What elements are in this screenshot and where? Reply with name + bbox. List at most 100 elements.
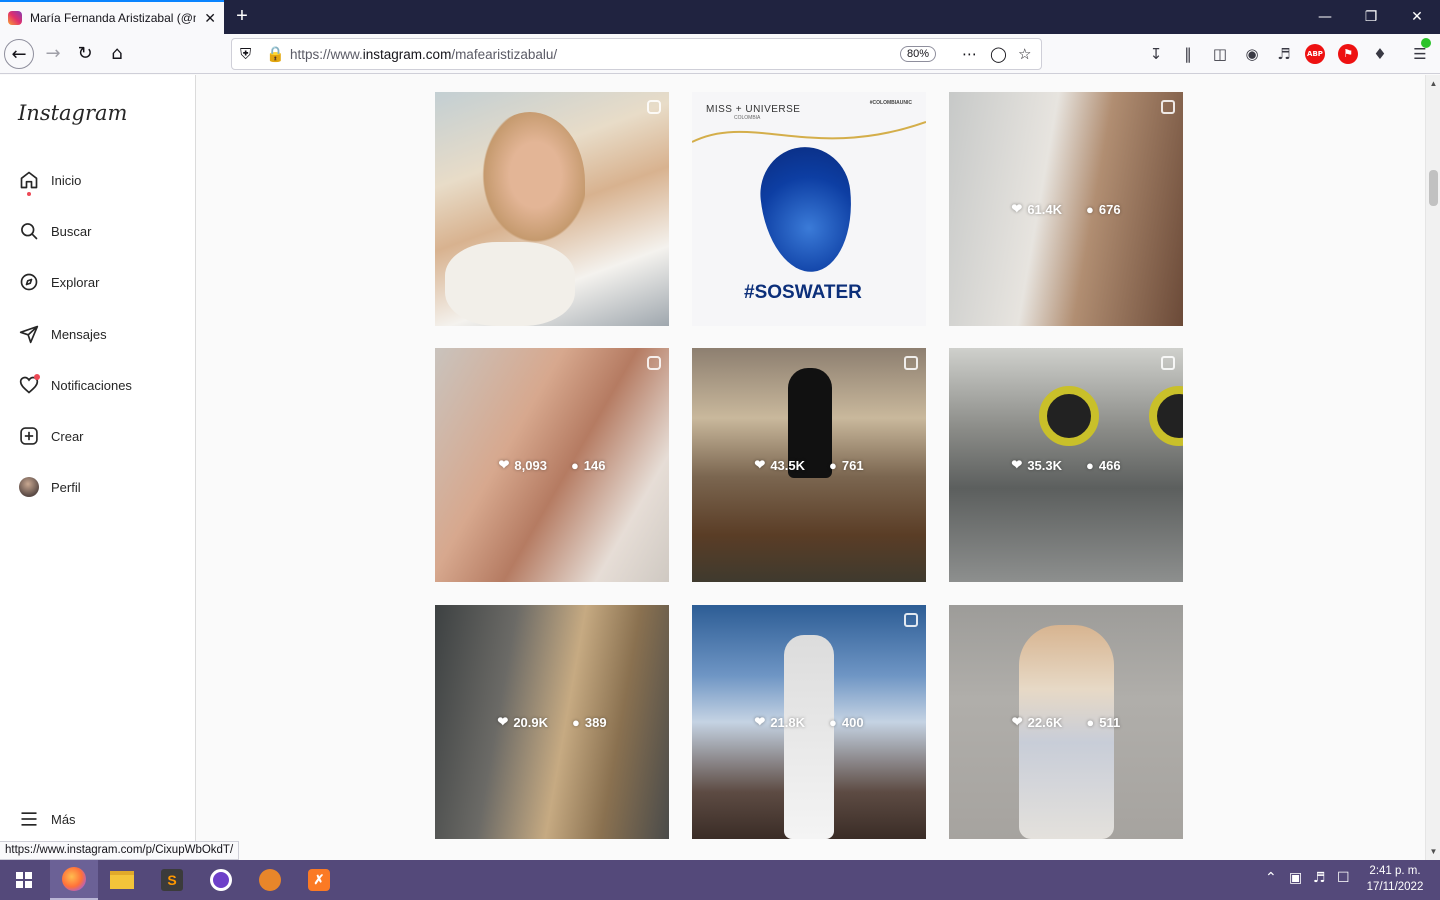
- post-thumbnail[interactable]: ❤ 20.9K ● 389: [435, 605, 669, 839]
- post-overlay: ❤ 35.3K ● 466: [949, 348, 1183, 582]
- sidebar-item-mas[interactable]: Más: [18, 807, 76, 831]
- comment-icon: ●: [1086, 457, 1094, 473]
- likes-count: 22.6K: [1027, 714, 1063, 730]
- comment-icon: ●: [572, 714, 580, 730]
- likes-count: 20.9K: [513, 714, 549, 730]
- instagram-logo[interactable]: Instagram: [18, 101, 127, 125]
- close-tab-icon[interactable]: ✕: [204, 10, 216, 27]
- forward-button[interactable]: →: [38, 39, 68, 69]
- back-button[interactable]: ←: [4, 39, 34, 69]
- carousel-icon: [1161, 356, 1175, 370]
- folder-icon: [110, 871, 134, 889]
- carousel-icon: [904, 613, 918, 627]
- taskbar-sublime[interactable]: S: [148, 860, 196, 900]
- heart-filled-icon: ❤: [1011, 201, 1023, 216]
- account-icon[interactable]: ◉: [1241, 43, 1263, 65]
- post-thumbnail[interactable]: ❤ 8,093 ● 146: [435, 348, 669, 582]
- sidebar-item-inicio[interactable]: Inicio: [18, 168, 82, 196]
- post-thumbnail[interactable]: MISS + UNIVERSE COLOMBIA #COLOMBIAUNIC #…: [692, 92, 926, 326]
- reload-button[interactable]: ↻: [70, 39, 100, 69]
- heart-filled-icon: ❤: [497, 714, 509, 729]
- scroll-up-arrow-icon[interactable]: ▲: [1426, 79, 1440, 88]
- notification-dot: [34, 374, 40, 380]
- link-status-bar: https://www.instagram.com/p/CixupWbOkdT/: [0, 841, 240, 860]
- comments-count: 389: [584, 714, 607, 730]
- volume-icon[interactable]: ♬: [1313, 870, 1326, 886]
- comment-icon: ●: [570, 457, 579, 473]
- instagram-sidebar: Instagram Inicio Buscar Explorar Mensaje…: [0, 75, 196, 860]
- sound-icon[interactable]: ♬: [1273, 43, 1295, 65]
- notification-dot: [27, 192, 31, 196]
- post-overlay: ❤ 21.8K ● 400: [692, 605, 926, 839]
- carousel-icon: [1161, 100, 1175, 114]
- comments-count: 761: [841, 457, 864, 473]
- scroll-down-arrow-icon[interactable]: ▼: [1426, 847, 1440, 856]
- heart-icon: [18, 374, 40, 396]
- bookmark-star-icon[interactable]: ☆: [1018, 45, 1031, 63]
- ublock-icon[interactable]: ⚑: [1338, 44, 1358, 64]
- network-icon[interactable]: ▣: [1289, 870, 1302, 886]
- restore-button[interactable]: ❐: [1348, 0, 1394, 34]
- taskbar-app[interactable]: [246, 860, 294, 900]
- create-icon: [18, 425, 40, 447]
- post-overlay: ❤ 8,093 ● 146: [435, 348, 669, 582]
- page-actions-icon[interactable]: ⋯: [962, 45, 977, 63]
- taskbar-xampp[interactable]: ✗: [295, 860, 343, 900]
- heart-filled-icon: ❤: [1011, 457, 1023, 472]
- zoom-level[interactable]: 80%: [900, 46, 937, 62]
- comment-icon: ●: [1086, 201, 1094, 217]
- post-thumbnail[interactable]: ❤ 61.4K ● 676: [949, 92, 1183, 326]
- sidebar-item-buscar[interactable]: Buscar: [18, 219, 91, 243]
- post-thumbnail[interactable]: ❤ 43.5K ● 761: [692, 348, 926, 582]
- adblock-icon[interactable]: ABP: [1305, 44, 1325, 64]
- tab-title: María Fernanda Aristizabal (@m: [30, 11, 197, 25]
- sidebar-item-label: Inicio: [51, 172, 82, 188]
- action-center-icon[interactable]: ☐: [1337, 870, 1350, 886]
- app-icon: [259, 869, 281, 891]
- sidebar-toggle-icon[interactable]: ◫: [1209, 43, 1231, 65]
- clock-time: 2:41 p. m.: [1369, 865, 1421, 877]
- download-icon[interactable]: ↧: [1145, 43, 1167, 65]
- start-button[interactable]: [0, 860, 48, 900]
- sidebar-item-crear[interactable]: Crear: [18, 424, 84, 448]
- pocket-icon[interactable]: ◯: [990, 45, 1007, 63]
- tray-expand-icon[interactable]: ⌃: [1265, 870, 1277, 886]
- scrollbar-thumb[interactable]: [1429, 170, 1438, 206]
- url-bar[interactable]: ⛨ 🔒 https://www.instagram.com/mafearisti…: [231, 38, 1042, 70]
- taskbar-file-explorer[interactable]: [98, 860, 146, 900]
- home-button[interactable]: ⌂: [102, 39, 132, 69]
- photo-subject: [475, 112, 585, 252]
- new-tab-button[interactable]: +: [230, 4, 254, 28]
- post-thumbnail[interactable]: [435, 92, 669, 326]
- likes-count: 35.3K: [1027, 457, 1063, 473]
- taskbar-clock[interactable]: 2:41 p. m. 17/11/2022: [1360, 863, 1430, 895]
- browser-tab[interactable]: María Fernanda Aristizabal (@m ✕: [0, 0, 224, 34]
- taskbar-github[interactable]: [197, 860, 245, 900]
- lock-icon[interactable]: 🔒: [266, 45, 285, 63]
- vertical-scrollbar[interactable]: ▲ ▼: [1425, 75, 1440, 860]
- post-thumbnail[interactable]: ❤ 22.6K ● 511: [949, 605, 1183, 839]
- comments-count: 146: [583, 457, 606, 473]
- likes-count: 61.4K: [1027, 201, 1063, 217]
- sidebar-item-notificaciones[interactable]: Notificaciones: [18, 373, 132, 397]
- post-overlay: ❤ 43.5K ● 761: [692, 348, 926, 582]
- sidebar-item-perfil[interactable]: Perfil: [18, 475, 81, 499]
- shield-icon[interactable]: ⛨: [240, 45, 251, 63]
- sidebar-item-mensajes[interactable]: Mensajes: [18, 322, 107, 346]
- profile-posts-grid: MISS + UNIVERSE COLOMBIA #COLOMBIAUNIC #…: [196, 75, 1425, 860]
- comments-count: 676: [1098, 201, 1121, 217]
- home-icon: [18, 169, 40, 191]
- extension-icon[interactable]: ♦: [1369, 43, 1391, 65]
- post-thumbnail[interactable]: ❤ 35.3K ● 466: [949, 348, 1183, 582]
- firefox-icon: [62, 867, 86, 891]
- library-icon[interactable]: ‖: [1177, 43, 1199, 65]
- post-thumbnail[interactable]: ❤ 21.8K ● 400: [692, 605, 926, 839]
- close-window-button[interactable]: ✕: [1394, 0, 1440, 34]
- taskbar-firefox[interactable]: [50, 860, 98, 900]
- minimize-button[interactable]: —: [1302, 0, 1348, 34]
- sidebar-item-explorar[interactable]: Explorar: [18, 270, 99, 294]
- comments-count: 511: [1099, 714, 1121, 730]
- browser-navbar: ← → ↻ ⌂ ⛨ 🔒 https://www.instagram.com/ma…: [0, 34, 1440, 74]
- windows-taskbar: S ✗ ⌃ ▣ ♬ ☐ 2:41 p. m. 17/11/2022: [0, 860, 1440, 900]
- post-overlay: ❤ 22.6K ● 511: [949, 605, 1183, 839]
